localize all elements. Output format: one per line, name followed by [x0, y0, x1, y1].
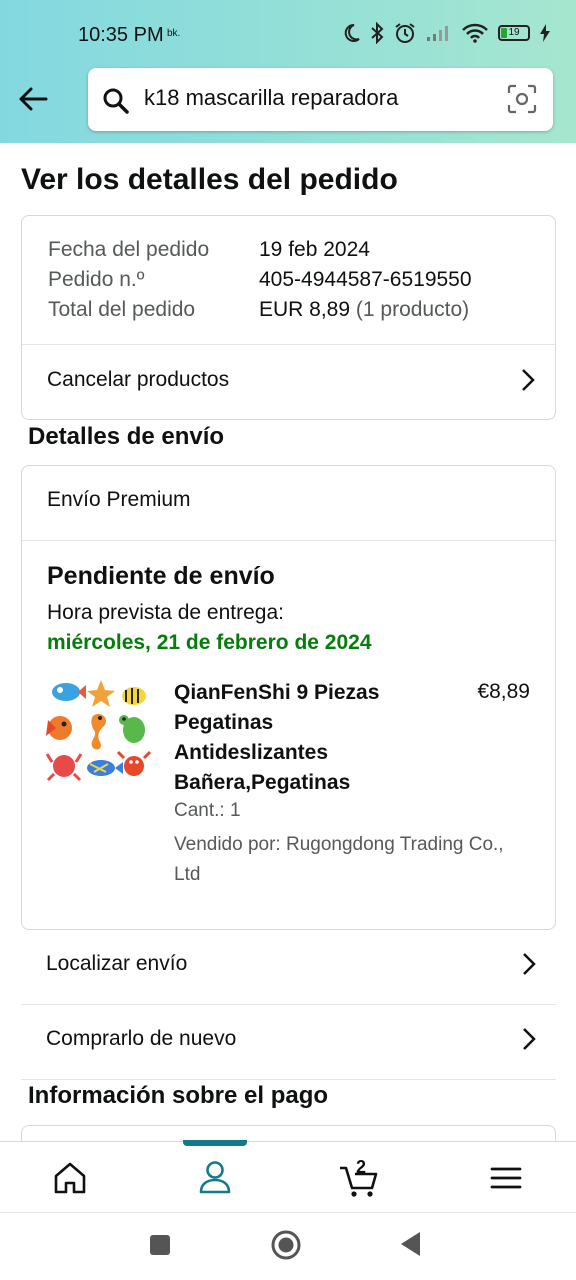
order-total-value: EUR 8,89 (1 producto)	[259, 298, 469, 322]
recent-apps-icon[interactable]	[148, 1233, 172, 1257]
buy-again-label: Comprarlo de nuevo	[46, 1027, 237, 1050]
search-input[interactable]: k18 mascarilla reparadora	[144, 85, 398, 111]
home-icon[interactable]	[40, 1156, 100, 1200]
camera-scan-icon[interactable]	[507, 84, 537, 114]
eta-label: Hora prevista de entrega:	[47, 601, 284, 624]
status-icons: 19	[342, 22, 550, 44]
status-time-suffix: bk.	[167, 28, 181, 39]
track-package-row[interactable]: Localizar envío	[21, 930, 556, 1005]
wifi-icon	[462, 23, 488, 43]
product-thumbnail[interactable]	[46, 676, 152, 786]
cancel-products-row[interactable]: Cancelar productos	[22, 344, 555, 419]
order-date-label: Fecha del pedido	[48, 238, 210, 261]
account-icon[interactable]	[185, 1156, 245, 1200]
shipping-section-title: Detalles de envío	[28, 423, 225, 450]
product-name-link[interactable]: QianFenShi 9 Piezas Pegatinas Antidesliz…	[174, 678, 414, 798]
status-bar: 10:35 PM bk. 19	[0, 0, 576, 62]
status-time: 10:35 PM	[78, 24, 164, 46]
shipment-status: Pendiente de envío	[47, 562, 275, 590]
shipping-method: Envío Premium	[47, 488, 191, 511]
track-package-label: Localizar envío	[46, 952, 188, 975]
buy-again-row[interactable]: Comprarlo de nuevo	[21, 1005, 556, 1080]
app-header: 10:35 PM bk. 19 k18 mascarilla reparador…	[0, 0, 576, 143]
product-price: €8,89	[477, 680, 530, 703]
order-total-note: (1 producto)	[355, 298, 470, 321]
order-summary-card: Fecha del pedido 19 feb 2024 Pedido n.º …	[21, 215, 556, 420]
product-seller: Vendido por: Rugongdong Trading Co., Ltd	[174, 834, 504, 885]
product-quantity: Cant.: 1	[174, 800, 241, 821]
cart-count-badge: 2	[356, 1157, 367, 1177]
divider	[22, 540, 555, 541]
home-button-icon[interactable]	[270, 1229, 302, 1261]
order-total-label: Total del pedido	[48, 298, 196, 321]
back-button-icon[interactable]	[400, 1231, 422, 1257]
order-number-label: Pedido n.º	[48, 268, 145, 291]
cell-signal-icon	[427, 26, 448, 41]
order-date-value: 19 feb 2024	[259, 238, 370, 261]
chevron-right-icon	[522, 369, 535, 391]
eta-date: miércoles, 21 de febrero de 2024	[47, 631, 372, 654]
back-arrow-icon[interactable]	[16, 82, 50, 116]
bluetooth-icon	[371, 22, 384, 44]
charging-icon	[540, 24, 550, 42]
chevron-right-icon	[523, 953, 536, 975]
chevron-right-icon	[523, 1028, 536, 1050]
menu-icon[interactable]	[476, 1156, 536, 1200]
system-navigation-bar	[0, 1212, 576, 1280]
battery-level: 19	[508, 27, 520, 38]
payment-section-title: Información sobre el pago	[28, 1082, 329, 1109]
order-number-value: 405-4944587-6519550	[259, 268, 472, 291]
cancel-products-label: Cancelar productos	[47, 368, 230, 391]
battery-icon: 19	[498, 25, 530, 41]
search-bar[interactable]: k18 mascarilla reparadora	[88, 68, 553, 131]
shipment-card: Envío Premium Pendiente de envío Hora pr…	[21, 465, 556, 930]
search-icon	[103, 88, 129, 114]
active-tab-indicator	[183, 1140, 247, 1146]
alarm-icon	[395, 23, 415, 43]
bottom-navigation	[0, 1141, 576, 1212]
order-total-amount: EUR 8,89	[259, 298, 351, 321]
moon-icon	[344, 23, 360, 42]
page-title: Ver los detalles del pedido	[21, 163, 398, 196]
